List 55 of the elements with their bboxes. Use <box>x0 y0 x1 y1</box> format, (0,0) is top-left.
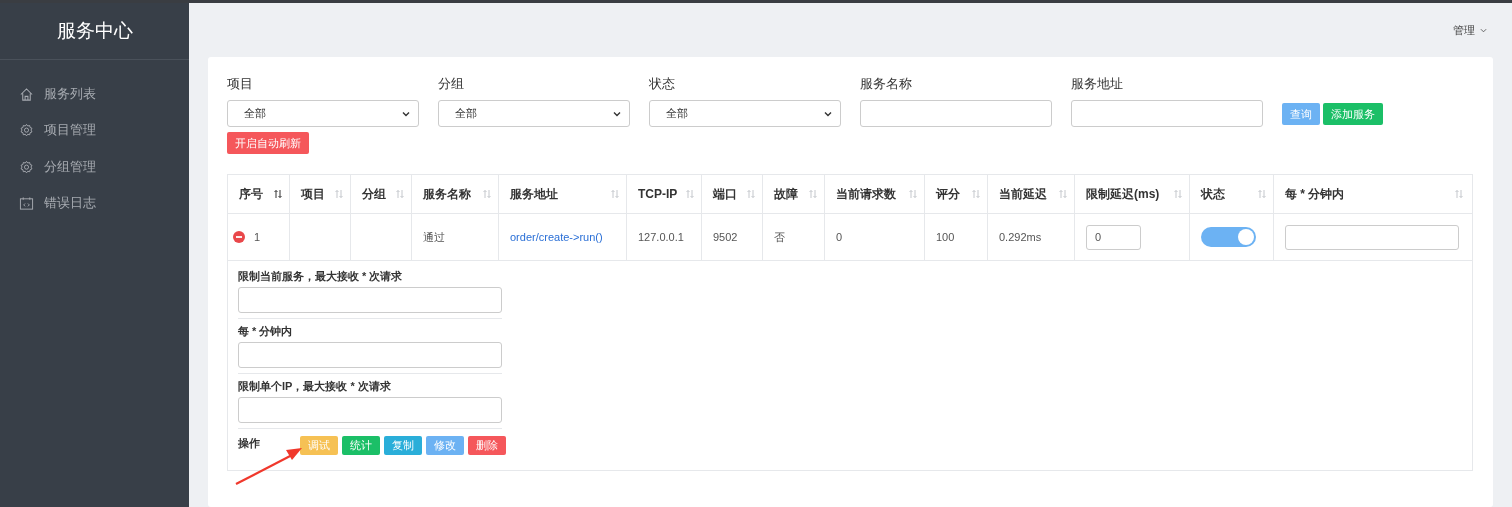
select-field[interactable]: 全部 <box>649 100 841 127</box>
status-toggle[interactable] <box>1201 227 1256 247</box>
column-header[interactable]: 每 * 分钟内 <box>1274 175 1470 213</box>
column-header[interactable]: 服务名称 <box>412 175 499 213</box>
table-cell: 0 <box>836 231 843 243</box>
input-field[interactable] <box>1071 100 1263 127</box>
filter-label: 分组 <box>438 76 465 93</box>
field-label: 每 * 分钟内 <box>238 324 294 339</box>
gear-icon <box>19 159 34 175</box>
collapse-icon[interactable] <box>233 231 245 243</box>
select-field[interactable]: 全部 <box>227 100 419 127</box>
field-label: 限制当前服务，最大接收 * 次请求 <box>238 269 404 284</box>
user-menu[interactable]: 管理 <box>1453 22 1487 38</box>
caret-icon <box>1480 26 1487 34</box>
column-header[interactable]: 状态 <box>1190 175 1274 213</box>
sidebar-item[interactable]: 分组管理 <box>0 149 189 186</box>
column-header[interactable]: 分组 <box>351 175 412 213</box>
input-field[interactable] <box>860 100 1052 127</box>
column-header[interactable]: TCP-IP <box>627 175 702 213</box>
column-header[interactable]: 当前请求数 <box>825 175 925 213</box>
sidebar-item[interactable]: 错误日志 <box>0 185 189 222</box>
service-address-link[interactable]: order/create->run() <box>510 231 603 243</box>
filter-label: 状态 <box>649 76 676 93</box>
table-cell: 127.0.0.1 <box>638 231 684 243</box>
home-icon <box>19 86 34 102</box>
column-header[interactable]: 限制延迟(ms) <box>1075 175 1190 213</box>
column-header[interactable]: 项目 <box>290 175 351 213</box>
column-header[interactable]: 评分 <box>925 175 988 213</box>
table-cell: 通过 <box>423 229 445 245</box>
actions-label: 操作 <box>238 436 261 451</box>
sidebar-item[interactable]: 项目管理 <box>0 112 189 149</box>
column-header[interactable]: 当前延迟 <box>988 175 1075 213</box>
app-title: 服务中心 <box>0 3 189 60</box>
gear-icon <box>19 123 34 139</box>
table-cell: 0.292ms <box>999 231 1042 243</box>
input-field[interactable] <box>238 397 502 423</box>
field-label: 限制单个IP，最大接收 * 次请求 <box>238 379 392 394</box>
table-cell: 1 <box>254 231 261 243</box>
latency-limit-field[interactable]: 0 <box>1086 224 1141 250</box>
filter-label: 服务地址 <box>1071 76 1124 93</box>
column-header[interactable]: 故障 <box>763 175 825 213</box>
column-header[interactable]: 服务地址 <box>499 175 627 213</box>
table-cell: 否 <box>774 229 785 245</box>
filter-label: 项目 <box>227 76 254 93</box>
select-field[interactable]: 全部 <box>438 100 630 127</box>
filter-label: 服务名称 <box>860 76 913 93</box>
table-cell: 100 <box>936 231 955 243</box>
input-field[interactable] <box>238 342 502 368</box>
column-header[interactable]: 端口 <box>702 175 763 213</box>
sidebar-item[interactable]: 服务列表 <box>0 76 189 113</box>
table-cell: 9502 <box>713 231 738 243</box>
calendar-icon <box>19 196 34 212</box>
input-field[interactable] <box>238 287 502 313</box>
column-header[interactable]: 序号 <box>228 175 290 213</box>
input-field[interactable] <box>1285 224 1459 250</box>
